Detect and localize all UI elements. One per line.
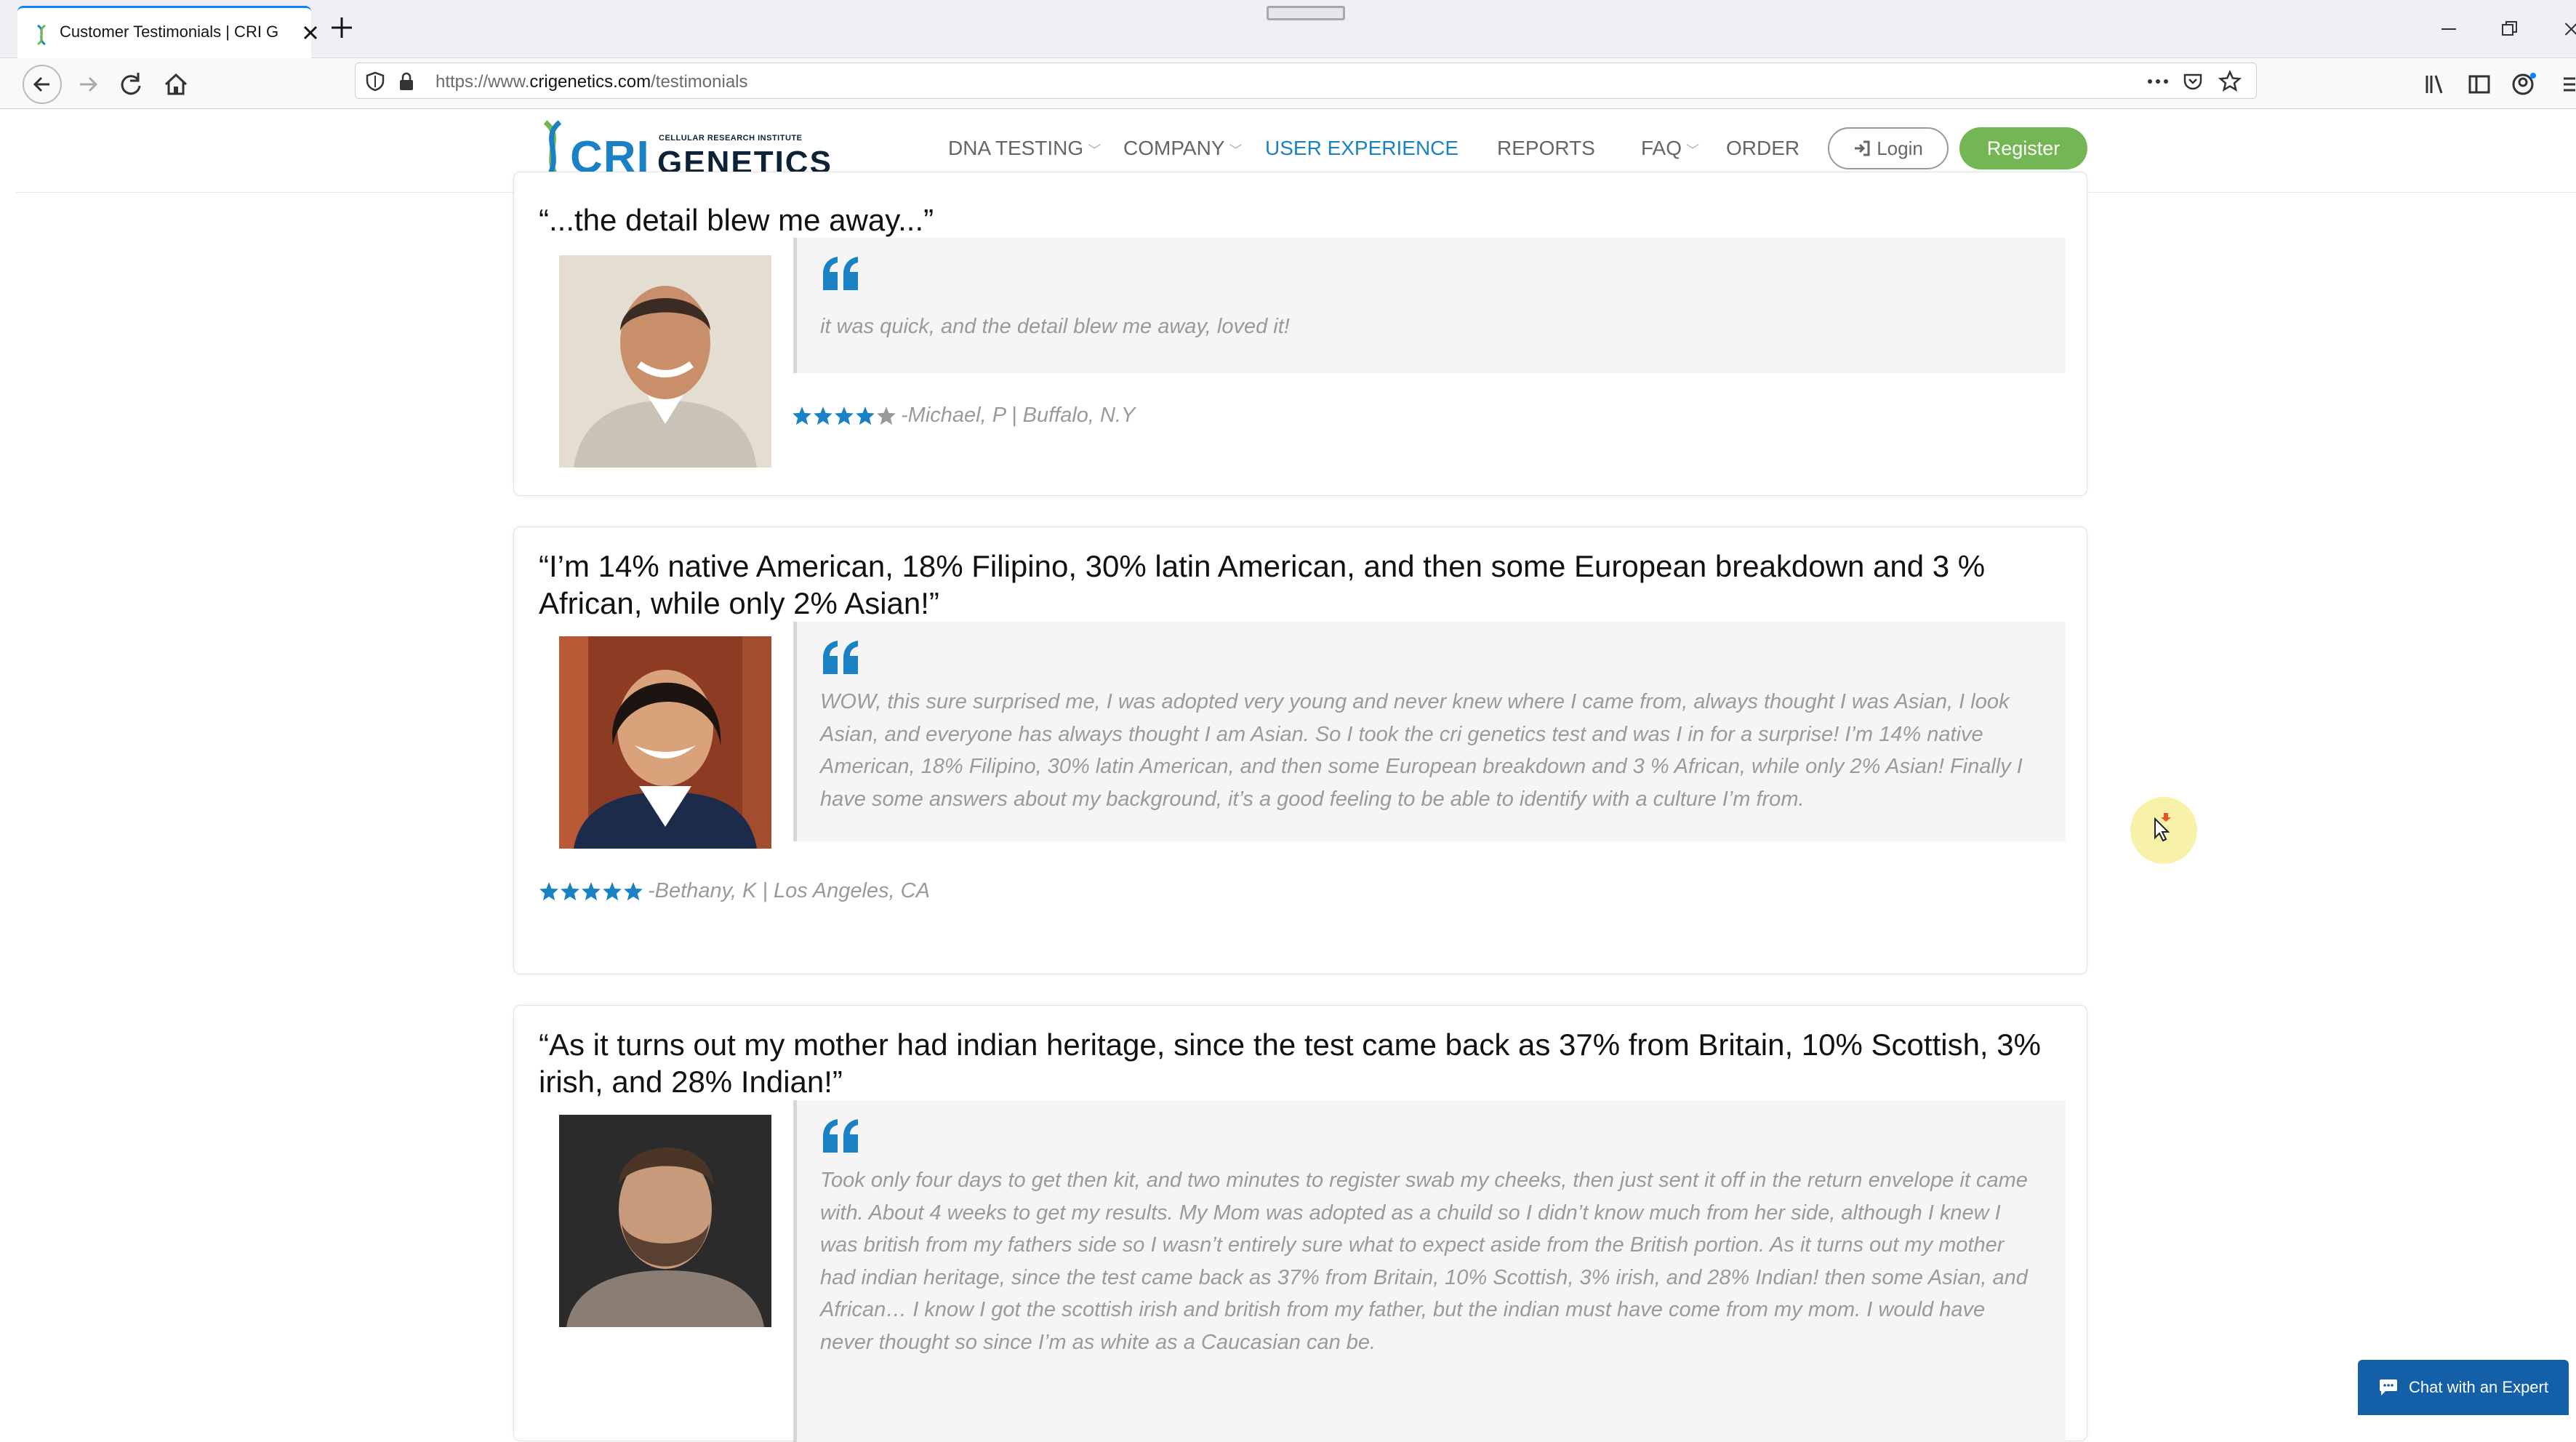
testimonial-title: “I’m 14% native American, 18% Filipino, …	[539, 549, 1986, 620]
more-actions-icon[interactable]	[2146, 72, 2170, 91]
man-portrait-icon	[559, 255, 771, 468]
rating-row: -Michael, P | Buffalo, N.Y	[792, 404, 1135, 428]
testimonial-title: “...the detail blew me away...”	[539, 203, 934, 237]
menu-user-experience[interactable]: USER EXPERIENCE	[1265, 137, 1458, 160]
star-filled-icon	[835, 406, 854, 425]
testimonial-quote-box: WOW, this sure surprised me, I was adopt…	[793, 622, 2066, 841]
login-label: Login	[1877, 137, 1923, 159]
menu-company[interactable]: COMPANY ﹀	[1123, 137, 1243, 160]
chevron-down-icon: ﹀	[1088, 143, 1102, 158]
tracking-shield-icon[interactable]	[366, 71, 385, 92]
testimonial-quote-text: Took only four days to get then kit, and…	[820, 1169, 2028, 1354]
browser-tab-bar: Customer Testimonials | CRI Ge	[0, 0, 2576, 58]
chevron-down-icon: ﹀	[1229, 143, 1243, 158]
menu-label: USER EXPERIENCE	[1265, 137, 1459, 159]
menu-label: COMPANY	[1123, 137, 1225, 159]
chat-with-expert-button[interactable]: Chat with an Expert	[2358, 1360, 2569, 1415]
close-window-icon[interactable]	[2559, 17, 2576, 41]
star-filled-icon	[539, 881, 558, 900]
login-button[interactable]: Login	[1828, 127, 1949, 169]
url-bar[interactable]: https://www.crigenetics.com/testimonials	[355, 63, 2257, 99]
reviewer-name: -Michael, P | Buffalo, N.Y	[901, 404, 1136, 427]
star-empty-icon	[877, 406, 896, 425]
star-filled-icon	[603, 881, 622, 900]
star-filled-icon	[793, 406, 811, 425]
close-tab-icon[interactable]	[300, 20, 321, 46]
chat-label: Chat with an Expert	[2409, 1378, 2548, 1396]
restore-window-icon[interactable]	[2498, 17, 2521, 41]
quote-mark-icon	[823, 641, 858, 674]
reviewer-photo-michael	[559, 255, 771, 468]
url-prefix: https://www.	[436, 72, 530, 92]
star-rating	[792, 406, 896, 426]
star-filled-icon	[624, 881, 643, 900]
window-drag-handle[interactable]	[1267, 6, 1345, 20]
menu-label: DNA TESTING	[948, 137, 1084, 159]
menu-label: REPORTS	[1497, 137, 1595, 159]
sidebar-icon[interactable]	[2466, 71, 2492, 97]
woman-portrait-icon	[559, 636, 771, 849]
logo-tagline: CELLULAR RESEARCH INSTITUTE	[659, 134, 803, 143]
star-filled-icon	[856, 406, 875, 425]
dna-favicon-icon	[37, 24, 46, 46]
chevron-down-icon: ﹀	[1686, 143, 1700, 158]
sign-in-icon	[1855, 140, 1870, 156]
testimonial-title: “As it turns out my mother had indian he…	[539, 1028, 2041, 1099]
lock-icon[interactable]	[398, 71, 415, 92]
library-icon[interactable]	[2423, 71, 2449, 97]
testimonials-content: “...the detail blew me away...” it was q…	[0, 172, 2576, 1442]
minimize-window-icon[interactable]	[2437, 17, 2460, 41]
menu-dna-testing[interactable]: DNA TESTING ﹀	[948, 137, 1101, 160]
quote-mark-icon	[823, 1119, 858, 1153]
testimonial-card: “As it turns out my mother had indian he…	[513, 1005, 2087, 1442]
reviewer-photo-man-beard	[559, 1115, 771, 1327]
menu-reports[interactable]: REPORTS	[1497, 137, 1595, 160]
tab-title: Customer Testimonials | CRI Ge	[60, 23, 278, 41]
rating-row: -Bethany, K | Los Angeles, CA	[539, 879, 930, 903]
reviewer-name: -Bethany, K | Los Angeles, CA	[648, 879, 930, 902]
register-label: Register	[1986, 137, 2061, 159]
star-rating	[539, 881, 643, 902]
reload-icon[interactable]	[111, 64, 151, 105]
menu-icon[interactable]	[2561, 71, 2575, 97]
register-button[interactable]: Register	[1959, 127, 2087, 169]
mouse-pointer-icon	[2154, 813, 2171, 842]
testimonial-quote-text: WOW, this sure surprised me, I was adopt…	[820, 690, 2023, 811]
cursor-highlight	[2130, 797, 2197, 864]
quote-mark-icon	[823, 257, 858, 290]
forward-arrow-icon[interactable]	[68, 64, 109, 105]
browser-tab-active[interactable]: Customer Testimonials | CRI Ge	[17, 6, 318, 58]
new-tab-icon[interactable]	[329, 15, 355, 41]
testimonial-quote-text: it was quick, and the detail blew me awa…	[820, 315, 1290, 338]
menu-order[interactable]: ORDER	[1726, 137, 1799, 160]
chat-bubble-icon	[2380, 1379, 2397, 1395]
home-icon[interactable]	[156, 64, 196, 105]
url-host: crigenetics.com	[529, 72, 651, 92]
menu-faq[interactable]: FAQ ﹀	[1641, 137, 1699, 160]
menu-label: FAQ	[1641, 137, 1682, 159]
star-filled-icon	[814, 406, 832, 425]
url-path: /testimonials	[651, 72, 748, 92]
back-arrow-icon[interactable]	[22, 64, 63, 105]
testimonial-card: “...the detail blew me away...” it was q…	[513, 172, 2087, 496]
account-icon[interactable]	[2510, 70, 2539, 99]
star-filled-icon	[561, 881, 579, 900]
testimonial-quote-box: it was quick, and the detail blew me awa…	[793, 238, 2066, 373]
url-text[interactable]: https://www.crigenetics.com/testimonials	[436, 72, 748, 92]
reviewer-photo-bethany	[559, 636, 771, 849]
testimonial-card: “I’m 14% native American, 18% Filipino, …	[513, 526, 2087, 974]
pocket-icon[interactable]	[2182, 71, 2204, 92]
bearded-man-portrait-icon	[559, 1115, 771, 1327]
testimonial-quote-box: Took only four days to get then kit, and…	[793, 1100, 2066, 1442]
bookmark-star-icon[interactable]	[2218, 70, 2242, 93]
star-filled-icon	[582, 881, 601, 900]
menu-label: ORDER	[1726, 137, 1800, 159]
